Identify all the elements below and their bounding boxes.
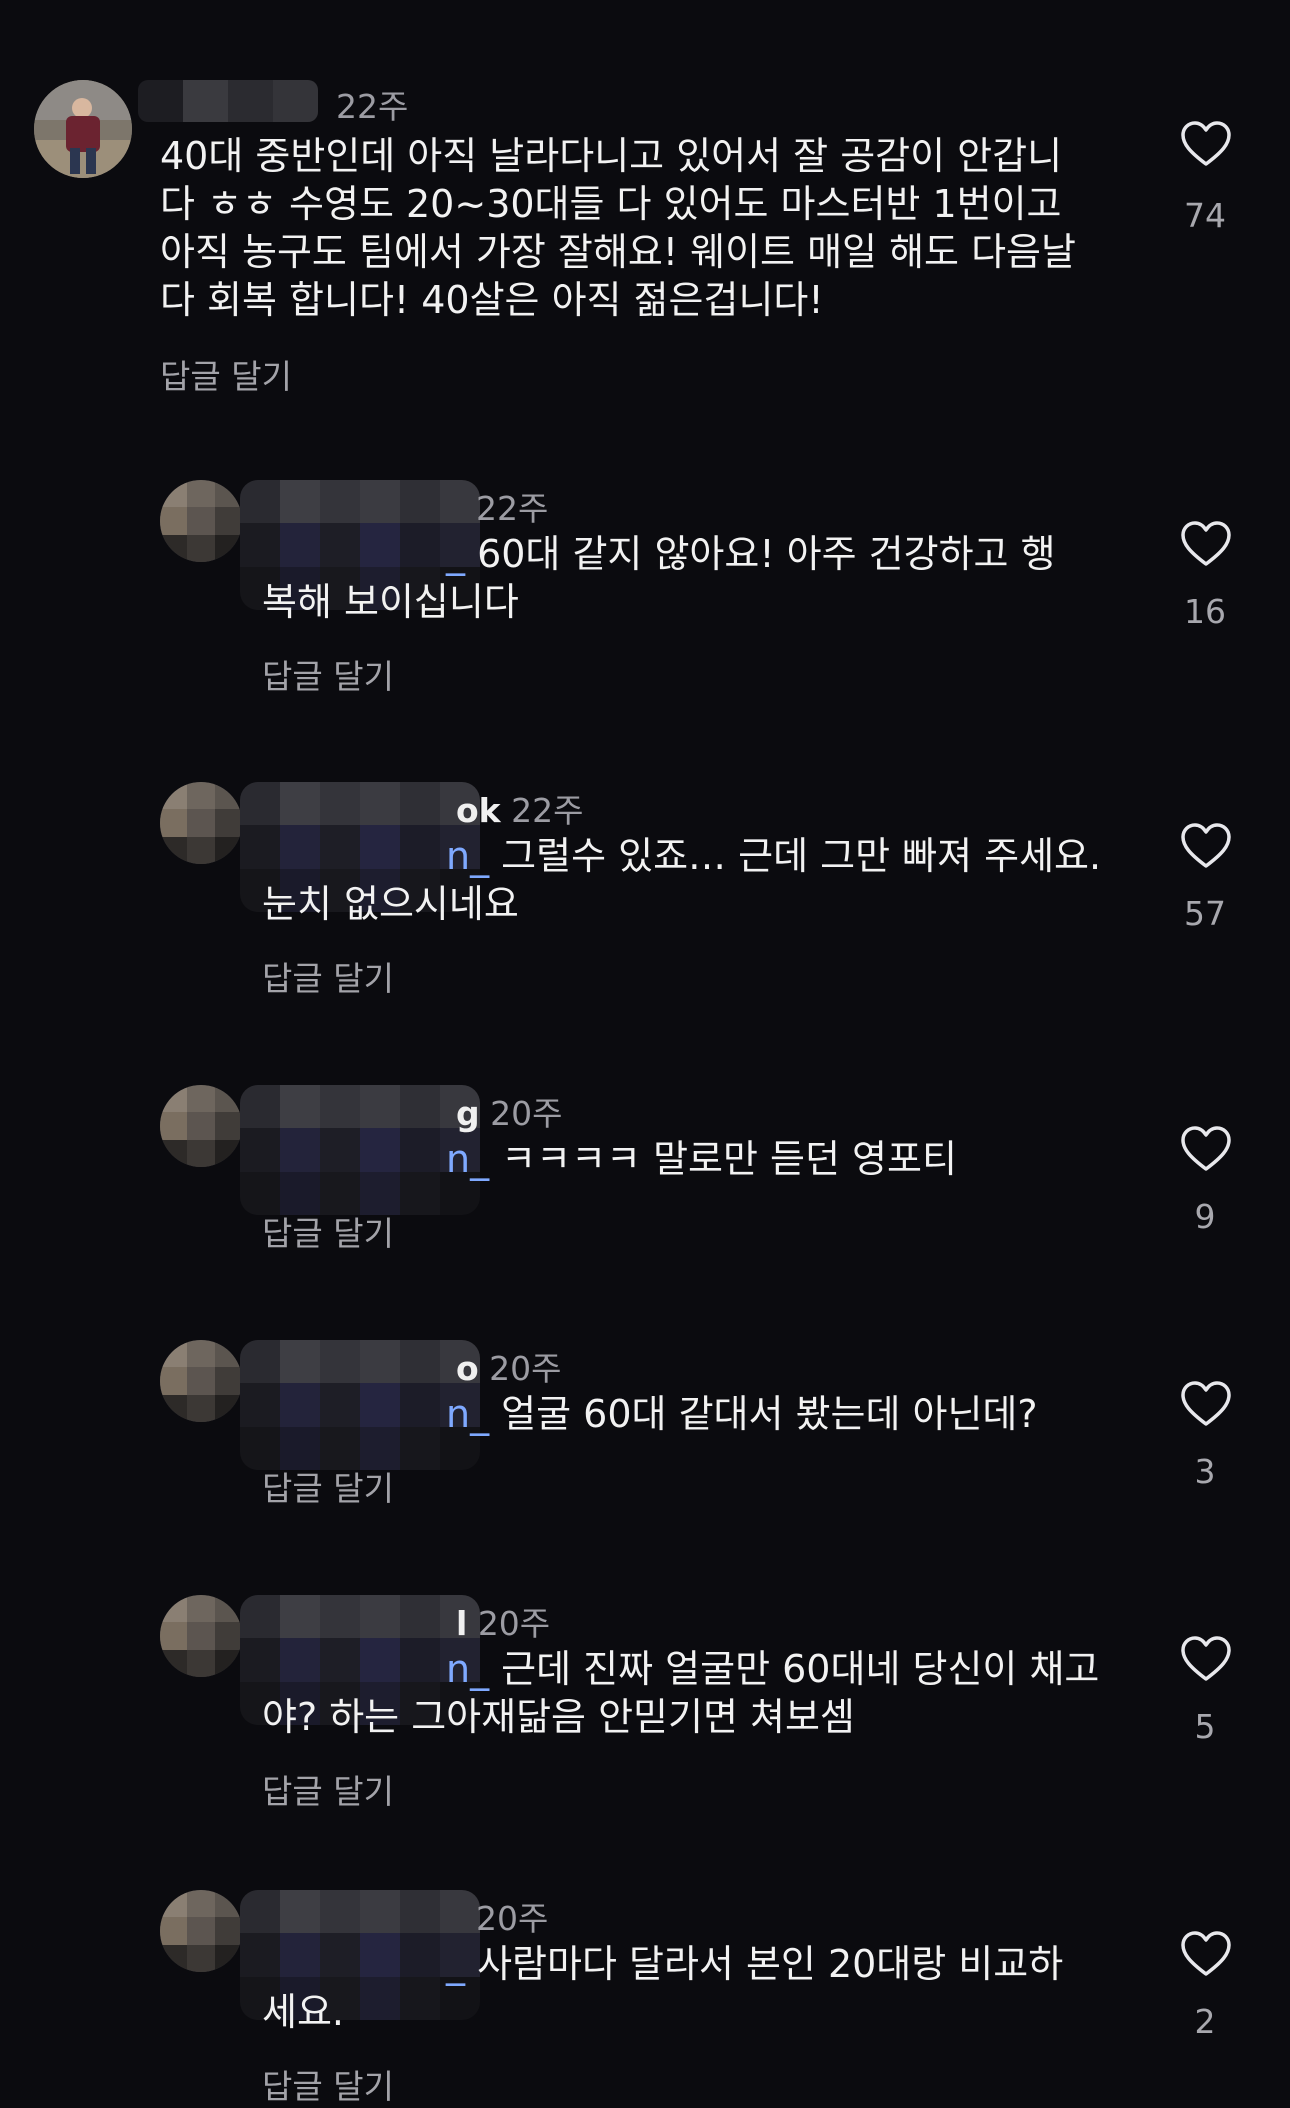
comment-time: 22주 xyxy=(476,489,549,528)
avatar-redacted xyxy=(160,782,242,864)
reply-button[interactable]: 답글 달기 xyxy=(262,650,394,698)
comment-text: n_ ㅋㅋㅋㅋ 말로만 듣던 영포티 xyxy=(446,1137,957,1181)
avatar-redacted xyxy=(160,1340,242,1422)
avatar-redacted xyxy=(160,1595,242,1677)
reply-button[interactable]: 답글 달기 xyxy=(262,1462,394,1510)
reply-button[interactable]: 답글 달기 xyxy=(160,350,292,398)
heart-icon[interactable] xyxy=(1180,520,1232,568)
comment-text-continued: 야? 하는 그아재닮음 안믿기면 쳐보셈 xyxy=(262,1695,855,1739)
avatar[interactable] xyxy=(160,1340,242,1422)
comment-time: 20주 xyxy=(490,1094,563,1133)
avatar[interactable] xyxy=(160,480,242,562)
comment-text-continued: 복해 보이십니다 xyxy=(262,580,519,624)
avatar-redacted xyxy=(160,1890,242,1972)
reply-button[interactable]: 답글 달기 xyxy=(262,1765,394,1813)
username-redacted[interactable] xyxy=(138,80,318,122)
like-count: 16 xyxy=(1184,592,1226,631)
reply-button[interactable]: 답글 달기 xyxy=(262,2060,394,2108)
heart-icon[interactable] xyxy=(1180,1635,1232,1683)
mention-tail[interactable]: n_ xyxy=(446,1392,489,1436)
comment-text: _ 60대 같지 않아요! 아주 건강하고 행 xyxy=(446,532,1056,576)
like-count: 9 xyxy=(1194,1197,1216,1236)
mention-tail[interactable]: n_ xyxy=(446,1137,489,1181)
like-count: 3 xyxy=(1194,1452,1216,1491)
username-tail[interactable]: o xyxy=(456,1349,479,1388)
mention-tail[interactable]: _ xyxy=(446,532,465,576)
avatar-redacted xyxy=(160,1085,242,1167)
comment-text-continued: 세요. xyxy=(262,1990,344,2034)
username-tail[interactable]: g xyxy=(456,1094,480,1133)
heart-icon[interactable] xyxy=(1180,822,1232,870)
avatar[interactable] xyxy=(160,1595,242,1677)
like-count: 5 xyxy=(1194,1707,1216,1746)
username-tail[interactable]: l xyxy=(456,1604,467,1643)
comment-text: _ 사람마다 달라서 본인 20대랑 비교하 xyxy=(446,1942,1064,1986)
username-tail[interactable]: ok xyxy=(456,791,501,830)
avatar-redacted xyxy=(160,480,242,562)
like-count: 57 xyxy=(1184,894,1226,933)
avatar[interactable] xyxy=(160,1890,242,1972)
comment-text: n_ 그럴수 있죠… 근데 그만 빠져 주세요. xyxy=(446,834,1102,878)
avatar[interactable] xyxy=(160,1085,242,1167)
username-redacted[interactable] xyxy=(240,1085,480,1215)
comment-text-continued: 눈치 없으시네요 xyxy=(262,882,519,926)
avatar-photo xyxy=(34,80,132,178)
heart-icon[interactable] xyxy=(1180,120,1232,168)
comment-time: 20주 xyxy=(477,1604,551,1643)
top-comment: 22주 40대 중반인데 아직 날라다니고 있어서 잘 공감이 안갑니 다 ㅎㅎ… xyxy=(0,0,1290,420)
comment-text: n_ 얼굴 60대 같대서 봤는데 아닌데? xyxy=(446,1392,1038,1436)
comment-time: 20주 xyxy=(489,1349,562,1388)
reply-button[interactable]: 답글 달기 xyxy=(262,1207,394,1255)
mention-tail[interactable]: n_ xyxy=(446,1647,489,1691)
comment-text: n_ 근데 진짜 얼굴만 60대네 당신이 채고 xyxy=(446,1647,1100,1691)
mention-tail[interactable]: n_ xyxy=(446,834,489,878)
mention-tail[interactable]: _ xyxy=(446,1942,465,1986)
comment-time: 22주 xyxy=(336,87,409,126)
avatar[interactable] xyxy=(160,782,242,864)
heart-icon[interactable] xyxy=(1180,1125,1232,1173)
heart-icon[interactable] xyxy=(1180,1380,1232,1428)
username-redacted[interactable] xyxy=(240,1340,480,1470)
avatar[interactable] xyxy=(34,80,132,178)
comment-text: 40대 중반인데 아직 날라다니고 있어서 잘 공감이 안갑니 다 ㅎㅎ 수영도… xyxy=(160,134,1076,322)
like-count: 74 xyxy=(1184,196,1226,235)
like-count: 2 xyxy=(1194,2002,1216,2041)
comment-time: 20주 xyxy=(476,1899,549,1938)
heart-icon[interactable] xyxy=(1180,1930,1232,1978)
comment-time: 22주 xyxy=(511,791,584,830)
reply-button[interactable]: 답글 달기 xyxy=(262,952,394,1000)
